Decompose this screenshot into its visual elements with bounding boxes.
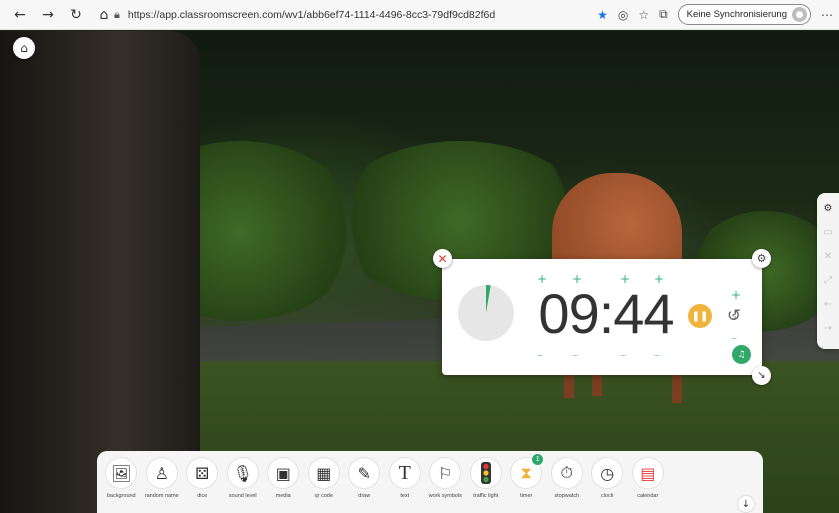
back-icon[interactable]: ← xyxy=(8,3,32,27)
tool-label: dice xyxy=(197,493,208,499)
stopwatch-icon: ⏱︎ xyxy=(550,457,583,489)
microphone-icon: 🎙︎ xyxy=(226,457,259,489)
tool-label: draw xyxy=(358,493,371,499)
tool-calendar[interactable]: ▤ calendar xyxy=(628,457,669,513)
profile-avatar-icon: ● xyxy=(792,7,807,22)
background-icon: 🖼︎ xyxy=(105,457,138,489)
timer-count-badge: 1 xyxy=(532,454,544,465)
decrease-minutes-ones[interactable]: – xyxy=(572,349,578,361)
tool-label: text xyxy=(400,493,410,499)
decrease-seconds-tens[interactable]: – xyxy=(620,349,626,361)
close-icon[interactable]: ✕ xyxy=(433,249,452,268)
tool-sound-level[interactable]: 🎙︎ sound level xyxy=(223,457,264,513)
tool-label: random name xyxy=(144,493,179,499)
tool-label: timer xyxy=(520,493,533,499)
collections-icon[interactable]: ⧉ xyxy=(659,7,668,22)
decrease-minutes-tens[interactable]: – xyxy=(537,349,543,361)
redo-icon[interactable]: → xyxy=(820,318,836,338)
pencil-icon: ✎ xyxy=(348,457,381,489)
tool-work-symbols[interactable]: ⚐ work symbols xyxy=(425,457,466,513)
tool-qr-code[interactable]: ▦ qr code xyxy=(304,457,345,513)
clock-icon: ◷ xyxy=(591,457,624,489)
decrease-seconds-ones[interactable]: – xyxy=(654,349,660,361)
tool-label: clock xyxy=(600,493,614,499)
star-icon[interactable]: ★ xyxy=(597,8,608,22)
widget-toolbar: 🖼︎ background ♙ random name ⚄ dice 🎙︎ so… xyxy=(97,451,763,513)
reset-icon[interactable]: ↺ 5 xyxy=(723,305,745,327)
tool-label: calendar xyxy=(637,493,659,499)
url-text: https://app.classroomscreen.com/wv1/abb6… xyxy=(127,9,496,21)
pin-off-icon[interactable]: ✕ xyxy=(820,246,836,266)
browser-toolbar: ← → ↻ ⌂ 🔒︎ https://app.classroomscreen.c… xyxy=(0,0,839,30)
tool-random-name[interactable]: ♙ random name xyxy=(142,457,183,513)
home-button[interactable]: ⌂ xyxy=(13,37,35,59)
tool-label: traffic light xyxy=(473,493,499,499)
tool-label: background xyxy=(106,493,136,499)
tool-media[interactable]: ▣ media xyxy=(263,457,304,513)
side-toolbar: ⚙ ▭ ✕ ⤢ ← → xyxy=(817,193,839,349)
increase-time-button[interactable]: + xyxy=(731,289,741,301)
widget-settings-icon[interactable]: ⚙ xyxy=(752,249,771,268)
scene-tree-trunk xyxy=(0,31,200,513)
qr-code-icon: ▦ xyxy=(307,457,340,489)
sync-label: Keine Synchronisierung xyxy=(686,9,787,20)
calendar-icon: ▤ xyxy=(631,457,664,489)
tool-text[interactable]: T text xyxy=(385,457,426,513)
pause-button[interactable]: ❚❚ xyxy=(688,304,712,328)
tool-draw[interactable]: ✎ draw xyxy=(344,457,385,513)
resize-icon[interactable]: ↘ xyxy=(752,366,771,385)
home-icon[interactable]: ⌂ xyxy=(92,3,116,27)
forward-icon[interactable]: → xyxy=(36,3,60,27)
save-icon[interactable]: ▭ xyxy=(820,222,836,242)
timer-progress-pie xyxy=(458,285,514,341)
media-icon: ▣ xyxy=(267,457,300,489)
decrease-time-button[interactable]: – xyxy=(731,332,737,344)
tool-label: qr code xyxy=(314,493,333,499)
work-symbols-icon: ⚐ xyxy=(429,457,462,489)
undo-icon[interactable]: ← xyxy=(820,294,836,314)
tool-stopwatch[interactable]: ⏱︎ stopwatch xyxy=(547,457,588,513)
refresh-icon[interactable]: ↻ xyxy=(64,3,88,27)
settings-icon[interactable]: ⚙ xyxy=(820,198,836,218)
more-icon[interactable]: ⋯ xyxy=(821,8,833,22)
address-bar[interactable]: 🔒︎ https://app.classroomscreen.com/wv1/a… xyxy=(114,5,614,25)
tool-timer[interactable]: ⧗ 1 timer xyxy=(506,454,547,513)
timer-widget: + + + + 09:44 – – – – ❚❚ + ↺ 5 – ♫ xyxy=(442,259,762,375)
sync-button[interactable]: Keine Synchronisierung ● xyxy=(677,4,811,25)
tool-traffic-light[interactable]: traffic light xyxy=(466,457,507,513)
tool-label: work symbols xyxy=(428,493,462,499)
tool-label: sound level xyxy=(228,493,257,499)
favorites-icon[interactable]: ☆ xyxy=(638,8,649,22)
random-name-icon: ♙ xyxy=(145,457,178,489)
traffic-light-icon xyxy=(469,457,502,489)
tool-dice[interactable]: ⚄ dice xyxy=(182,457,223,513)
music-note-icon[interactable]: ♫ xyxy=(732,345,751,364)
dice-icon: ⚄ xyxy=(186,457,219,489)
extension-icon[interactable]: ◎ xyxy=(618,8,628,22)
fullscreen-icon[interactable]: ⤢ xyxy=(820,270,836,290)
tool-clock[interactable]: ◷ clock xyxy=(587,457,628,513)
text-icon: T xyxy=(388,457,421,489)
tool-background[interactable]: 🖼︎ background xyxy=(101,457,142,513)
tool-label: media xyxy=(275,493,291,499)
timer-display: 09:44 xyxy=(538,282,674,345)
collapse-toolbar-icon[interactable]: ↓ xyxy=(737,495,755,513)
hourglass-icon: ⧗ 1 xyxy=(510,454,544,489)
lock-icon: 🔒︎ xyxy=(114,8,120,21)
tool-label: stopwatch xyxy=(554,493,580,499)
